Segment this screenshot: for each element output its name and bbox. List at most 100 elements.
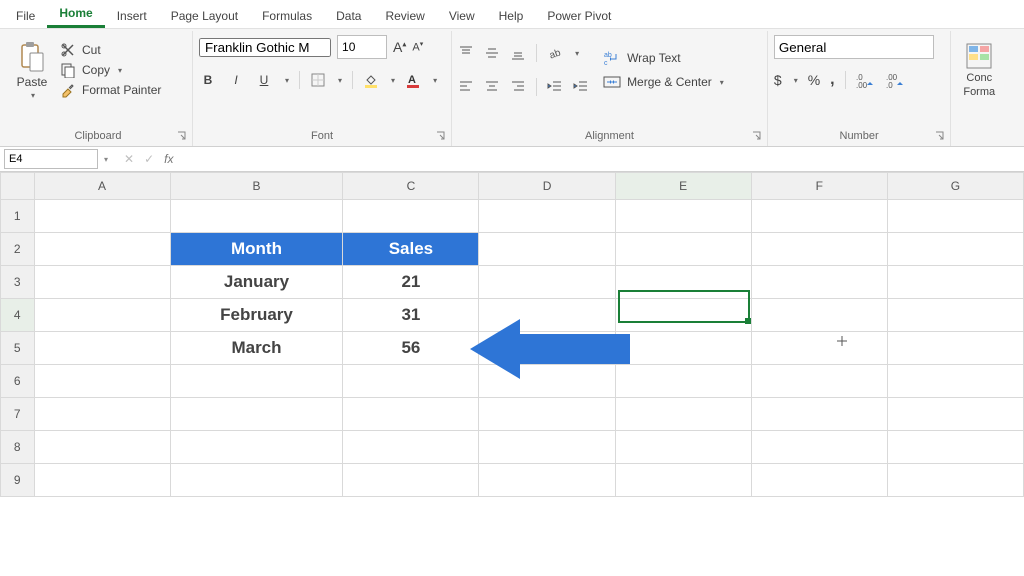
align-center-icon[interactable] — [484, 79, 500, 95]
tab-view[interactable]: View — [437, 5, 487, 28]
copy-label: Copy — [82, 63, 110, 77]
italic-button[interactable]: I — [227, 73, 245, 87]
tab-data[interactable]: Data — [324, 5, 373, 28]
fill-color-icon[interactable] — [363, 72, 379, 88]
font-color-icon[interactable]: A — [405, 72, 421, 88]
name-box[interactable] — [4, 149, 98, 169]
dialog-launcher-icon[interactable] — [751, 130, 763, 142]
separator — [536, 78, 537, 96]
chevron-down-icon[interactable]: ▾ — [100, 155, 112, 164]
paintbrush-icon — [60, 82, 76, 98]
enter-formula-icon[interactable]: ✓ — [144, 152, 154, 166]
align-right-icon[interactable] — [510, 79, 526, 95]
tab-home[interactable]: Home — [47, 2, 104, 28]
chevron-down-icon: ▾ — [285, 76, 289, 85]
wrap-text-button[interactable]: abc Wrap Text — [603, 50, 724, 66]
spreadsheet-grid[interactable]: A B C D E F G 1 2 Month Sales 3 January … — [0, 172, 1024, 497]
decrease-font-icon[interactable]: A▾ — [412, 40, 423, 54]
wrap-text-label: Wrap Text — [627, 51, 681, 65]
select-all-corner[interactable] — [1, 173, 35, 200]
decrease-decimal-icon[interactable]: .00.0 — [886, 72, 906, 88]
group-label-font: Font — [199, 127, 445, 144]
tab-review[interactable]: Review — [373, 5, 436, 28]
row-header-1[interactable]: 1 — [1, 200, 35, 233]
align-middle-icon[interactable] — [484, 45, 500, 61]
tab-page-layout[interactable]: Page Layout — [159, 5, 250, 28]
percent-format-button[interactable]: % — [808, 72, 820, 88]
svg-text:.00: .00 — [856, 81, 868, 88]
tab-help[interactable]: Help — [487, 5, 536, 28]
orientation-icon[interactable]: ab — [547, 45, 563, 61]
merge-icon — [603, 74, 621, 90]
row-header-9[interactable]: 9 — [1, 464, 35, 497]
menu-tabs: File Home Insert Page Layout Formulas Da… — [0, 0, 1024, 29]
align-bottom-icon[interactable] — [510, 45, 526, 61]
row-header-8[interactable]: 8 — [1, 431, 35, 464]
bold-button[interactable]: B — [199, 73, 217, 87]
cell-B5[interactable]: March — [170, 332, 343, 365]
col-header-G[interactable]: G — [887, 173, 1023, 200]
formula-bar: ▾ ✕ ✓ fx — [0, 147, 1024, 172]
cancel-formula-icon[interactable]: ✕ — [124, 152, 134, 166]
tab-formulas[interactable]: Formulas — [250, 5, 324, 28]
chevron-down-icon: ▾ — [433, 76, 437, 85]
chevron-down-icon: ▾ — [338, 76, 342, 85]
col-header-B[interactable]: B — [170, 173, 343, 200]
cell-C4[interactable]: 31 — [343, 299, 479, 332]
col-header-D[interactable]: D — [479, 173, 615, 200]
annotation-arrow — [470, 314, 630, 384]
number-format-select[interactable] — [774, 35, 934, 59]
underline-button[interactable]: U — [255, 73, 273, 87]
font-name-select[interactable] — [199, 38, 331, 57]
cell-C5[interactable]: 56 — [343, 332, 479, 365]
cell-C3[interactable]: 21 — [343, 266, 479, 299]
group-label-clipboard: Clipboard — [10, 127, 186, 144]
increase-font-icon[interactable]: A▴ — [393, 39, 406, 55]
align-left-icon[interactable] — [458, 79, 474, 95]
dialog-launcher-icon[interactable] — [934, 130, 946, 142]
merge-center-label: Merge & Center — [627, 75, 712, 89]
cell-B3[interactable]: January — [170, 266, 343, 299]
paste-button[interactable]: Paste ▾ — [10, 35, 54, 105]
cell-B2[interactable]: Month — [170, 233, 343, 266]
cell-E4[interactable] — [615, 299, 751, 332]
decrease-indent-icon[interactable] — [547, 79, 563, 95]
align-top-icon[interactable] — [458, 45, 474, 61]
format-painter-button[interactable]: Format Painter — [60, 82, 161, 98]
borders-icon[interactable] — [310, 72, 326, 88]
fx-icon[interactable]: fx — [164, 152, 173, 166]
col-header-E[interactable]: E — [615, 173, 751, 200]
format-painter-label: Format Painter — [82, 83, 161, 97]
copy-button[interactable]: Copy ▾ — [60, 62, 161, 78]
dialog-launcher-icon[interactable] — [176, 130, 188, 142]
tab-file[interactable]: File — [4, 5, 47, 28]
chevron-down-icon: ▾ — [31, 91, 35, 100]
tab-insert[interactable]: Insert — [105, 5, 159, 28]
font-size-select[interactable] — [337, 35, 387, 59]
dialog-launcher-icon[interactable] — [435, 130, 447, 142]
paste-label: Paste — [17, 75, 48, 89]
row-header-6[interactable]: 6 — [1, 365, 35, 398]
chevron-down-icon: ▾ — [720, 78, 724, 87]
col-header-F[interactable]: F — [751, 173, 887, 200]
increase-indent-icon[interactable] — [573, 79, 589, 95]
formula-input[interactable] — [185, 150, 1024, 168]
merge-center-button[interactable]: Merge & Center ▾ — [603, 74, 724, 90]
col-header-A[interactable]: A — [34, 173, 170, 200]
row-header-4[interactable]: 4 — [1, 299, 35, 332]
row-header-7[interactable]: 7 — [1, 398, 35, 431]
increase-decimal-icon[interactable]: .0.00 — [856, 72, 876, 88]
row-header-3[interactable]: 3 — [1, 266, 35, 299]
col-header-C[interactable]: C — [343, 173, 479, 200]
row-header-5[interactable]: 5 — [1, 332, 35, 365]
cut-button[interactable]: Cut — [60, 42, 161, 58]
svg-text:c: c — [604, 60, 608, 66]
separator — [845, 71, 846, 89]
conditional-formatting-button[interactable]: Conc Forma — [957, 35, 1001, 105]
row-header-2[interactable]: 2 — [1, 233, 35, 266]
tab-power-pivot[interactable]: Power Pivot — [535, 5, 623, 28]
cell-C2[interactable]: Sales — [343, 233, 479, 266]
accounting-format-button[interactable]: $ — [774, 72, 782, 88]
cell-B4[interactable]: February — [170, 299, 343, 332]
comma-format-button[interactable]: , — [830, 71, 834, 89]
